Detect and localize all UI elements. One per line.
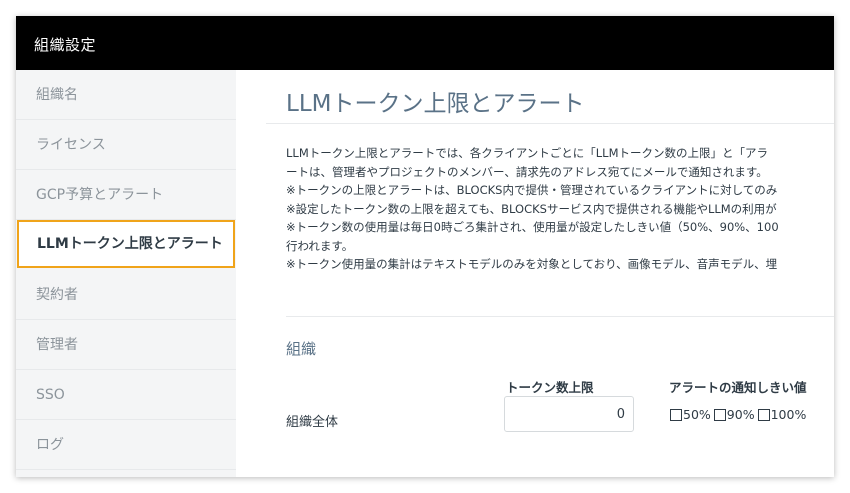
checkbox-icon[interactable] [757,409,770,421]
threshold-options: 50% 90% 100% [670,406,809,422]
header-title: 組織設定 [34,36,97,54]
description-line: ※トークン数の使用量は毎日0時ごろ集計され、使用量が設定したしきい値（50%、9… [286,220,779,234]
app-window: 組織設定 組織名 ライセンス GCP予算とアラート LLMトークン上限とアラート… [16,16,834,477]
sidebar-item-llm-token-limit[interactable]: LLMトークン上限とアラート [17,220,235,268]
title-divider [266,123,834,124]
header-bar: 組織設定 [16,16,834,70]
section-title: 組織 [286,340,317,358]
sidebar-item-logs[interactable]: ログ [16,420,236,470]
description-line: ※トークンの上限とアラートは、BLOCKS内で提供・管理されているクライアントに… [286,183,778,197]
description-line: LLMトークン上限とアラートでは、各クライアントごとに「LLMトークン数の上限」… [286,146,769,160]
threshold-label: 90% [726,407,755,422]
sidebar: 組織名 ライセンス GCP予算とアラート LLMトークン上限とアラート 契約者 … [16,70,236,477]
token-limit-input[interactable] [504,396,634,432]
main-content: LLMトークン上限とアラート LLMトークン上限とアラートでは、各クライアントご… [236,70,834,477]
description-line: ※設定したトークン数の上限を超えても、BLOCKSサービス内で提供される機能やL… [286,201,777,216]
description-line: ※トークン使用量の集計はテキストモデルのみを対象としており、画像モデル、音声モデ… [286,257,778,271]
threshold-label: 50% [683,407,711,422]
sidebar-item-sso[interactable]: SSO [16,370,236,420]
threshold-50-checkbox[interactable]: 50% [670,407,714,422]
token-limit-column-header: トークン数上限 [506,380,594,395]
sidebar-item-admins[interactable]: 管理者 [16,320,236,370]
sidebar-item-contractor[interactable]: 契約者 [16,270,236,320]
threshold-100-checkbox[interactable]: 100% [757,407,810,422]
threshold-90-checkbox[interactable]: 90% [713,407,758,422]
section-divider [286,316,834,317]
sidebar-item-org-name[interactable]: 組織名 [16,70,236,120]
description-line: 行われます。 [286,238,354,253]
description-text: LLMトークン上限とアラートでは、各クライアントごとに「LLMトークン数の上限」… [286,144,834,274]
sidebar-item-gcp-budget[interactable]: GCP予算とアラート [16,170,236,220]
row-label-org-total: 組織全体 [286,415,339,430]
sidebar-item-license[interactable]: ライセンス [16,120,236,170]
checkbox-icon[interactable] [670,409,682,421]
threshold-label: 100% [770,407,807,422]
page-title: LLMトークン上限とアラート [286,91,585,117]
checkbox-icon[interactable] [713,409,726,421]
alert-threshold-column-header: アラートの通知しきい値 [669,380,807,395]
description-line: ートは、管理者やプロジェクトのメンバー、請求先のアドレス宛てにメールで通知されま… [286,164,768,179]
